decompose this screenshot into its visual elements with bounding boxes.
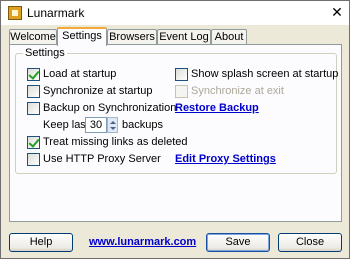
backups-label: backups xyxy=(122,119,163,131)
window-title: Lunarmark xyxy=(27,6,85,20)
tab-settings[interactable]: Settings xyxy=(57,27,107,46)
backup-on-sync-label: Backup on Synchronization xyxy=(43,102,177,114)
load-at-startup-option[interactable]: Load at startup xyxy=(27,68,116,82)
use-proxy-option[interactable]: Use HTTP Proxy Server xyxy=(27,153,161,167)
load-at-startup-checkbox[interactable] xyxy=(27,68,40,81)
load-at-startup-label: Load at startup xyxy=(43,68,117,80)
treat-missing-option[interactable]: Treat missing links as deleted xyxy=(27,136,188,150)
keep-last-input[interactable]: 30 xyxy=(85,117,107,133)
tab-about[interactable]: About xyxy=(211,29,247,45)
spin-down-icon[interactable] xyxy=(110,127,116,130)
sync-at-exit-option: Synchronize at exit xyxy=(175,85,284,99)
close-button[interactable]: Close xyxy=(278,233,342,252)
sync-at-exit-checkbox xyxy=(175,85,188,98)
restore-backup-link[interactable]: Restore Backup xyxy=(175,102,259,114)
spin-up-icon[interactable] xyxy=(110,121,116,124)
sync-at-exit-label: Synchronize at exit xyxy=(191,85,284,97)
tab-browsers[interactable]: Browsers xyxy=(107,29,157,45)
sync-at-startup-label: Synchronize at startup xyxy=(43,85,153,97)
website-link[interactable]: www.lunarmark.com xyxy=(89,236,196,248)
keep-last-spinner[interactable] xyxy=(107,117,118,133)
save-button[interactable]: Save xyxy=(206,233,270,252)
sync-at-startup-option[interactable]: Synchronize at startup xyxy=(27,85,152,99)
use-proxy-label: Use HTTP Proxy Server xyxy=(43,153,161,165)
main-window: Lunarmark ✕ Welcome Settings Browsers Ev… xyxy=(0,0,350,259)
show-splash-checkbox[interactable] xyxy=(175,68,188,81)
backup-on-sync-option[interactable]: Backup on Synchronization xyxy=(27,102,176,116)
group-title: Settings xyxy=(23,47,67,59)
tab-event-log[interactable]: Event Log xyxy=(157,29,211,45)
sync-at-startup-checkbox[interactable] xyxy=(27,85,40,98)
keep-last-label: Keep last xyxy=(43,119,89,131)
show-splash-option[interactable]: Show splash screen at startup xyxy=(175,68,338,82)
close-icon[interactable]: ✕ xyxy=(329,5,345,20)
backup-on-sync-checkbox[interactable] xyxy=(27,102,40,115)
tab-welcome[interactable]: Welcome xyxy=(9,29,57,45)
use-proxy-checkbox[interactable] xyxy=(27,153,40,166)
treat-missing-label: Treat missing links as deleted xyxy=(43,136,188,148)
treat-missing-checkbox[interactable] xyxy=(27,136,40,149)
show-splash-label: Show splash screen at startup xyxy=(191,68,339,80)
title-bar: Lunarmark ✕ xyxy=(1,1,349,25)
help-button[interactable]: Help xyxy=(9,233,73,252)
edit-proxy-link[interactable]: Edit Proxy Settings xyxy=(175,153,276,165)
app-icon xyxy=(8,6,22,20)
